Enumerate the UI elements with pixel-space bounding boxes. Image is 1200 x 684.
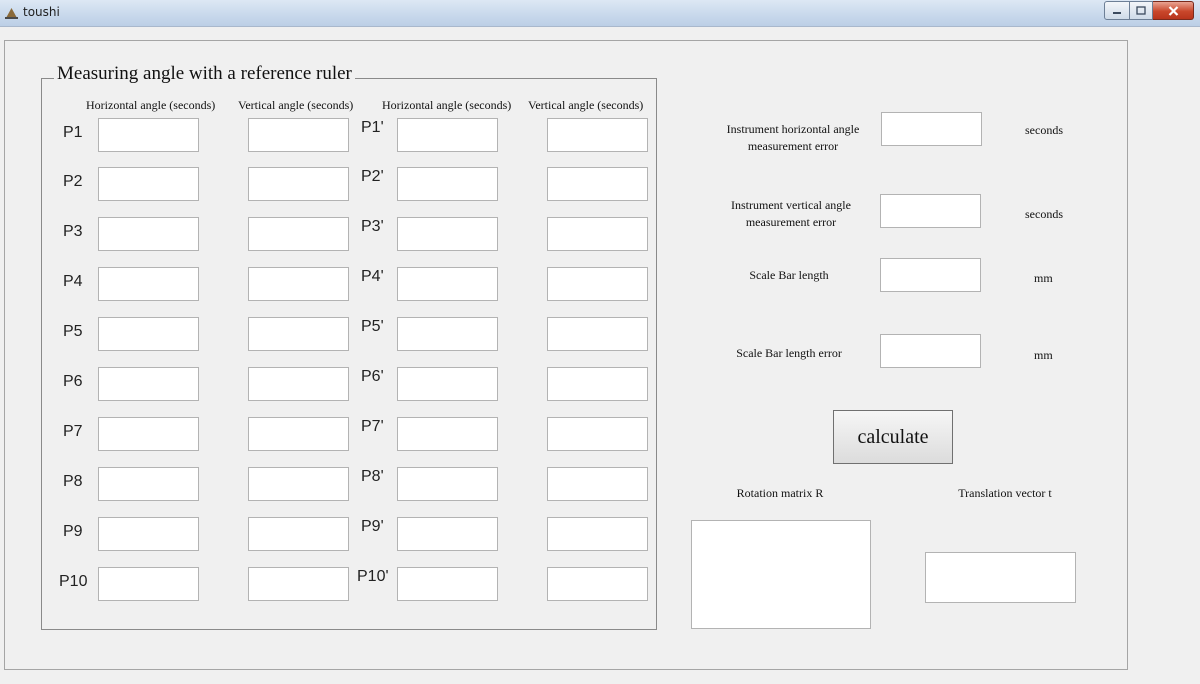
horizontal-angle-prime-input[interactable]	[397, 417, 498, 451]
header-vertical-angle-1: Vertical angle (seconds)	[238, 98, 354, 112]
translation-vector-label: Translation vector t	[958, 486, 1052, 500]
vertical-angle-prime-input[interactable]	[547, 467, 648, 501]
point-label: P7	[63, 423, 83, 440]
horizontal-angle-prime-input[interactable]	[397, 517, 498, 551]
vertical-angle-input[interactable]	[248, 317, 349, 351]
horizontal-angle-input[interactable]	[98, 167, 199, 201]
rotation-matrix-label: Rotation matrix R	[736, 486, 824, 500]
point-prime-label: P9'	[361, 518, 384, 535]
point-prime-label: P8'	[361, 468, 384, 485]
vertical-angle-prime-input[interactable]	[547, 517, 648, 551]
vertical-angle-prime-input[interactable]	[547, 267, 648, 301]
horizontal-angle-prime-input[interactable]	[397, 267, 498, 301]
close-icon	[1168, 5, 1178, 16]
v-error-label-line1: Instrument vertical angle	[731, 198, 851, 212]
horizontal-angle-prime-input[interactable]	[397, 567, 498, 601]
bar-length-unit: mm	[1034, 271, 1053, 285]
header-horizontal-angle-1: Horizontal angle (seconds)	[86, 98, 216, 112]
h-error-label-line2: measurement error	[747, 139, 839, 153]
horizontal-angle-input[interactable]	[98, 367, 199, 401]
vertical-angle-input[interactable]	[248, 118, 349, 152]
translation-vector-output	[925, 552, 1076, 603]
point-label: P1	[63, 124, 83, 141]
horizontal-angle-prime-input[interactable]	[397, 217, 498, 251]
point-prime-label: P2'	[361, 168, 384, 185]
vertical-angle-input[interactable]	[248, 517, 349, 551]
vertical-angle-prime-input[interactable]	[547, 118, 648, 152]
vertical-angle-input[interactable]	[248, 167, 349, 201]
vertical-angle-prime-input[interactable]	[547, 417, 648, 451]
vertical-angle-prime-input[interactable]	[547, 317, 648, 351]
vertical-angle-prime-input[interactable]	[547, 167, 648, 201]
point-label: P6	[63, 373, 83, 390]
horizontal-angle-input[interactable]	[98, 417, 199, 451]
horizontal-angle-input[interactable]	[98, 267, 199, 301]
close-button[interactable]	[1153, 1, 1194, 20]
group-title: Measuring angle with a reference ruler	[54, 63, 355, 85]
v-error-label: Instrument vertical angle measurement er…	[710, 197, 872, 231]
vertical-angle-input[interactable]	[248, 367, 349, 401]
bar-length-input[interactable]	[880, 258, 981, 292]
vertical-angle-input[interactable]	[248, 417, 349, 451]
point-prime-label: P7'	[361, 418, 384, 435]
bar-error-unit: mm	[1034, 348, 1053, 362]
h-error-label-line1: Instrument horizontal angle	[726, 122, 860, 136]
minimize-button[interactable]	[1104, 1, 1130, 20]
vertical-angle-input[interactable]	[248, 267, 349, 301]
horizontal-angle-prime-input[interactable]	[397, 467, 498, 501]
window-controls	[1104, 1, 1194, 20]
h-error-label: Instrument horizontal angle measurement …	[710, 121, 876, 155]
point-prime-label: P10'	[357, 568, 389, 585]
maximize-icon	[1136, 6, 1146, 15]
app-icon	[5, 8, 18, 19]
point-label: P5	[63, 323, 83, 340]
point-label: P10	[59, 573, 88, 590]
h-error-input[interactable]	[881, 112, 982, 146]
horizontal-angle-prime-input[interactable]	[397, 167, 498, 201]
vertical-angle-prime-input[interactable]	[547, 217, 648, 251]
point-label: P8	[63, 473, 83, 490]
point-label: P9	[63, 523, 83, 540]
horizontal-angle-prime-input[interactable]	[397, 317, 498, 351]
vertical-angle-input[interactable]	[248, 567, 349, 601]
horizontal-angle-input[interactable]	[98, 517, 199, 551]
point-prime-label: P5'	[361, 318, 384, 335]
v-error-input[interactable]	[880, 194, 981, 228]
window-title: toushi	[23, 5, 60, 19]
vertical-angle-prime-input[interactable]	[547, 367, 648, 401]
bar-length-label: Scale Bar length	[749, 268, 829, 282]
bar-error-label: Scale Bar length error	[736, 346, 842, 360]
point-prime-label: P6'	[361, 368, 384, 385]
horizontal-angle-input[interactable]	[98, 118, 199, 152]
title-bar: toushi	[0, 0, 1200, 27]
point-prime-label: P1'	[361, 119, 384, 136]
bar-error-input[interactable]	[880, 334, 981, 368]
horizontal-angle-input[interactable]	[98, 217, 199, 251]
horizontal-angle-prime-input[interactable]	[397, 118, 498, 152]
vertical-angle-input[interactable]	[248, 467, 349, 501]
point-prime-label: P4'	[361, 268, 384, 285]
rotation-matrix-output	[691, 520, 871, 629]
v-error-unit: seconds	[1025, 207, 1063, 221]
point-label: P4	[63, 273, 83, 290]
point-prime-label: P3'	[361, 218, 384, 235]
v-error-label-line2: measurement error	[745, 215, 837, 229]
maximize-button[interactable]	[1130, 1, 1153, 20]
horizontal-angle-input[interactable]	[98, 567, 199, 601]
horizontal-angle-input[interactable]	[98, 467, 199, 501]
minimize-icon	[1113, 11, 1121, 14]
point-label: P3	[63, 223, 83, 240]
h-error-unit: seconds	[1025, 123, 1063, 137]
horizontal-angle-prime-input[interactable]	[397, 367, 498, 401]
header-horizontal-angle-2: Horizontal angle (seconds)	[382, 98, 512, 112]
vertical-angle-input[interactable]	[248, 217, 349, 251]
horizontal-angle-input[interactable]	[98, 317, 199, 351]
header-vertical-angle-2: Vertical angle (seconds)	[528, 98, 644, 112]
vertical-angle-prime-input[interactable]	[547, 567, 648, 601]
point-label: P2	[63, 173, 83, 190]
calculate-button[interactable]: calculate	[833, 410, 953, 464]
